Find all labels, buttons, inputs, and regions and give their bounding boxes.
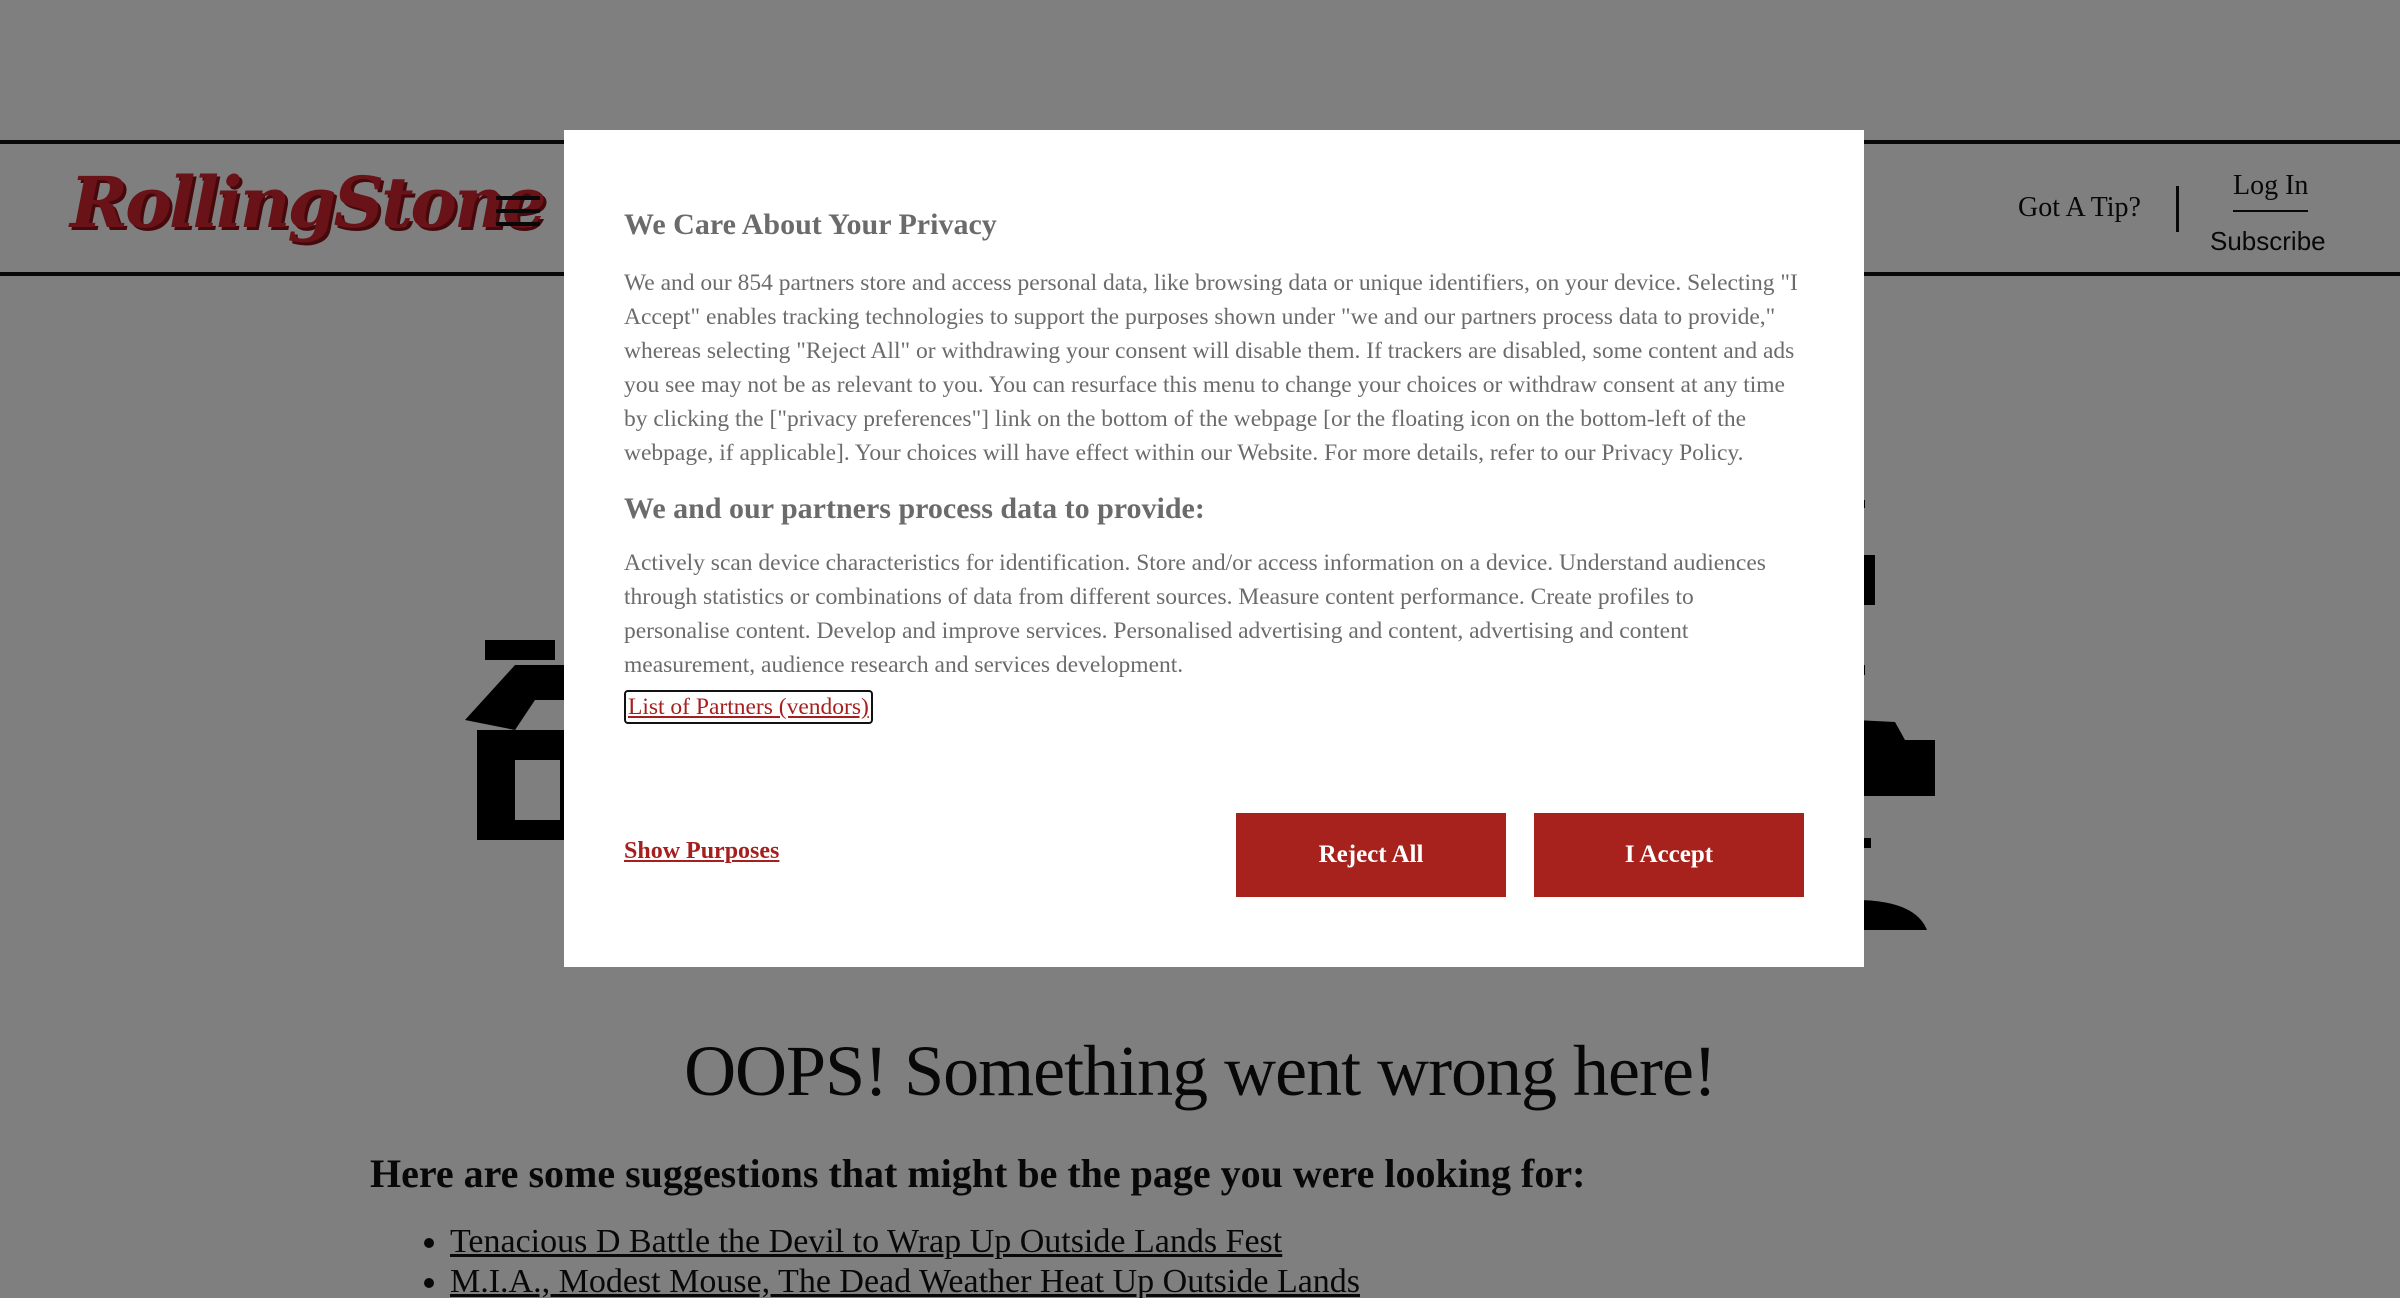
privacy-consent-dialog: We Care About Your Privacy We and our 85… <box>564 130 1864 967</box>
page: RollingStone Got A Tip? Log In Subscribe… <box>0 0 2400 1298</box>
purposes-heading: We and our partners process data to prov… <box>624 492 1205 525</box>
partners-list-link[interactable]: List of Partners (vendors) <box>624 690 873 724</box>
accept-button[interactable]: I Accept <box>1534 813 1804 897</box>
purposes-body: Actively scan device characteristics for… <box>624 550 1766 678</box>
consent-body: We and our 854 partners store and access… <box>624 270 1798 466</box>
consent-title: We Care About Your Privacy <box>624 208 997 241</box>
reject-all-button[interactable]: Reject All <box>1236 813 1506 897</box>
show-purposes-link[interactable]: Show Purposes <box>624 838 779 865</box>
